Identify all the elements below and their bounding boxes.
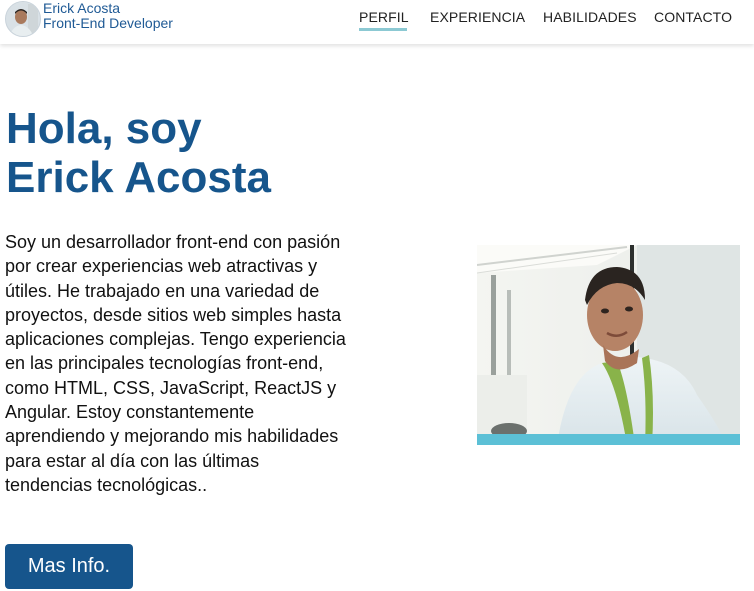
nav-experiencia[interactable]: EXPERIENCIA: [430, 9, 525, 25]
brand-role: Front-End Developer: [43, 15, 173, 31]
more-info-button[interactable]: Mas Info.: [5, 544, 133, 589]
hero-title-line1: Hola, soy: [6, 104, 202, 153]
site-header: Erick Acosta Front-End Developer PERFIL …: [0, 0, 754, 44]
avatar-photo: [6, 2, 40, 36]
profile-photo-image: [477, 245, 740, 445]
active-nav-indicator: [359, 28, 407, 31]
avatar: [5, 1, 41, 37]
nav-habilidades[interactable]: HABILIDADES: [543, 9, 637, 25]
nav-contacto[interactable]: CONTACTO: [654, 9, 732, 25]
photo-accent-bar: [477, 434, 740, 445]
profile-photo: [477, 245, 740, 445]
nav-perfil[interactable]: PERFIL: [359, 9, 409, 25]
brand-name: Erick Acosta: [43, 0, 121, 16]
hero-title: Hola, soy Erick Acosta: [6, 104, 406, 202]
hero-title-line2: Erick Acosta: [6, 153, 271, 202]
bio-text: Soy un desarrollador front-end con pasió…: [5, 232, 346, 495]
